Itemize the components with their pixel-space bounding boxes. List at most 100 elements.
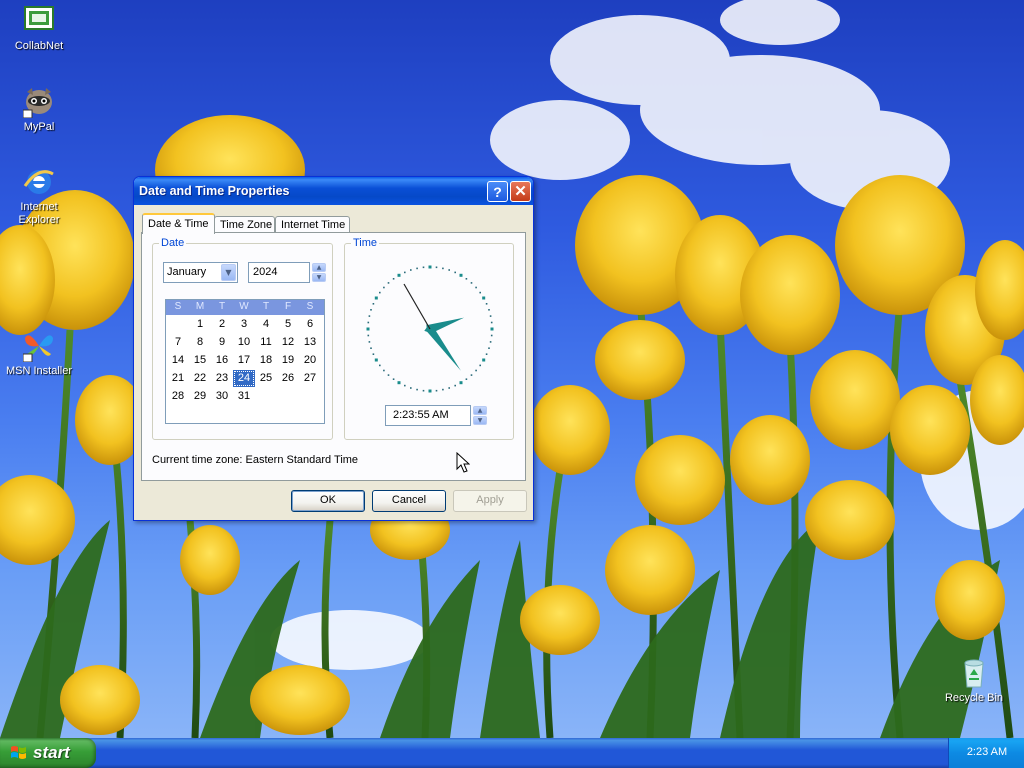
- clock-minute-mark: [367, 334, 370, 337]
- current-time-zone-label: Current time zone: Eastern Standard Time: [152, 454, 359, 466]
- clock-minute-mark: [368, 341, 371, 343]
- weekday-header: S: [174, 301, 182, 312]
- date-group: Date January ▼ 2024 ▲ ▼ SMTWTFS 12345678…: [152, 237, 333, 440]
- tab-time-zone[interactable]: Time Zone: [214, 216, 275, 233]
- time-up-arrow-icon[interactable]: ▲: [473, 406, 487, 415]
- desktop-icon-msn-installer[interactable]: MSN Installer: [1, 330, 77, 378]
- calendar-day[interactable]: 11: [255, 334, 277, 351]
- calendar-day[interactable]: 18: [255, 352, 277, 369]
- clock-hour-mark: [482, 296, 486, 300]
- time-down-arrow-icon[interactable]: ▼: [473, 416, 487, 425]
- calendar-day[interactable]: 10: [233, 334, 255, 351]
- tab-date-time[interactable]: Date & Time: [142, 213, 215, 234]
- calendar-day[interactable]: 28: [167, 388, 189, 405]
- ie-icon: [23, 166, 55, 198]
- raccoon-icon: [22, 86, 55, 119]
- clock-minute-mark: [370, 347, 372, 349]
- clock-minute-mark: [479, 291, 481, 294]
- time-field[interactable]: 2:23:55 AM: [385, 405, 471, 426]
- tab-internet-time[interactable]: Internet Time: [275, 216, 350, 233]
- calendar-day[interactable]: 27: [299, 370, 321, 387]
- clock-minute-mark: [435, 389, 438, 392]
- calendar-day[interactable]: 21: [167, 370, 189, 387]
- calendar-day[interactable]: 7: [167, 334, 189, 351]
- clock-hour-mark: [374, 296, 378, 300]
- clock-minute-mark: [372, 353, 375, 355]
- clock-minute-mark: [489, 341, 492, 343]
- weekday-header: T: [262, 301, 270, 312]
- dialog-title: Date and Time Properties: [139, 184, 290, 198]
- year-spinner: ▲ ▼: [312, 263, 326, 282]
- month-calendar[interactable]: SMTWTFS 1 2 3 4 5 6 7 8 9 10 11 12 13 14 15 16 17 18 19 20 2…: [165, 299, 325, 424]
- calendar-day[interactable]: 2: [211, 316, 233, 333]
- apply-button[interactable]: Apply: [453, 490, 527, 512]
- year-down-arrow-icon[interactable]: ▼: [312, 273, 326, 282]
- clock-hour-mark: [428, 265, 432, 269]
- calendar-day[interactable]: 17: [233, 352, 255, 369]
- clock-hour-mark: [366, 327, 370, 331]
- calendar-day[interactable]: 29: [189, 388, 211, 405]
- chevron-down-icon[interactable]: ▼: [221, 264, 236, 281]
- desktop-icon-internet-explorer[interactable]: Internet Explorer: [1, 166, 77, 227]
- dialog-titlebar[interactable]: Date and Time Properties ? ✕: [134, 177, 533, 205]
- calendar-day[interactable]: 4: [255, 316, 277, 333]
- year-up-arrow-icon[interactable]: ▲: [312, 263, 326, 272]
- weekday-header: T: [218, 301, 226, 312]
- calendar-day[interactable]: 14: [167, 352, 189, 369]
- desktop-icon-collabnet[interactable]: CollabNet: [1, 5, 77, 53]
- calendar-day[interactable]: 9: [211, 334, 233, 351]
- month-select[interactable]: January ▼: [163, 262, 238, 283]
- calendar-day[interactable]: 30: [211, 388, 233, 405]
- clock-minute-mark: [370, 309, 372, 311]
- weekday-header: F: [284, 301, 292, 312]
- calendar-day[interactable]: 8: [189, 334, 211, 351]
- calendar-day[interactable]: 26: [277, 370, 299, 387]
- calendar-day[interactable]: 19: [277, 352, 299, 369]
- close-button[interactable]: ✕: [510, 181, 531, 202]
- weekday-header: W: [239, 301, 249, 312]
- desktop-icon-recycle-bin[interactable]: Recycle Bin: [936, 657, 1012, 705]
- taskbar-clock[interactable]: 2:23 AM: [949, 746, 1024, 758]
- weekday-header-row: SMTWTFS: [166, 300, 324, 315]
- clock-minute-mark: [383, 369, 385, 372]
- ok-button[interactable]: OK: [291, 490, 365, 512]
- cancel-button[interactable]: Cancel: [372, 490, 446, 512]
- clock-minute-mark: [442, 267, 444, 270]
- clock-hour-mark: [459, 381, 463, 385]
- windows-flag-icon: [11, 746, 26, 759]
- date-time-properties-dialog: Date and Time Properties ? ✕ Date & Time…: [133, 176, 534, 521]
- calendar-day[interactable]: 13: [299, 334, 321, 351]
- calendar-day[interactable]: 25: [255, 370, 277, 387]
- year-field[interactable]: 2024: [248, 262, 310, 283]
- clock-minute-mark: [489, 315, 492, 317]
- calendar-day[interactable]: 23: [211, 370, 233, 387]
- clock-minute-mark: [485, 353, 488, 355]
- calendar-day[interactable]: 20: [299, 352, 321, 369]
- weekday-header: M: [195, 301, 205, 312]
- calendar-day[interactable]: 3: [233, 316, 255, 333]
- taskbar: start 2:23 AM: [0, 738, 1024, 768]
- calendar-day[interactable]: 6: [299, 316, 321, 333]
- clock-minute-mark: [475, 369, 477, 372]
- clock-minute-mark: [442, 388, 444, 391]
- calendar-day[interactable]: 16: [211, 352, 233, 369]
- clock-minute-mark: [379, 364, 381, 367]
- desktop-icon-mypal[interactable]: MyPal: [1, 86, 77, 134]
- calendar-day[interactable]: 5: [277, 316, 299, 333]
- clock-minute-mark: [475, 286, 477, 289]
- clock-minute-mark: [372, 303, 375, 305]
- calendar-day[interactable]: 15: [189, 352, 211, 369]
- start-button[interactable]: start: [0, 738, 96, 768]
- clock-minute-mark: [454, 271, 456, 274]
- start-label: start: [33, 743, 70, 762]
- calendar-day-selected[interactable]: 24: [233, 370, 255, 387]
- clock-minute-mark: [392, 378, 395, 380]
- calendar-day[interactable]: 12: [277, 334, 299, 351]
- calendar-day[interactable]: 1: [189, 316, 211, 333]
- help-button[interactable]: ?: [487, 181, 508, 202]
- calendar-day[interactable]: 22: [189, 370, 211, 387]
- clock-minute-mark: [410, 387, 412, 389]
- clock-minute-mark: [488, 309, 490, 311]
- clock-minute-mark: [387, 282, 390, 284]
- calendar-day[interactable]: 31: [233, 388, 255, 405]
